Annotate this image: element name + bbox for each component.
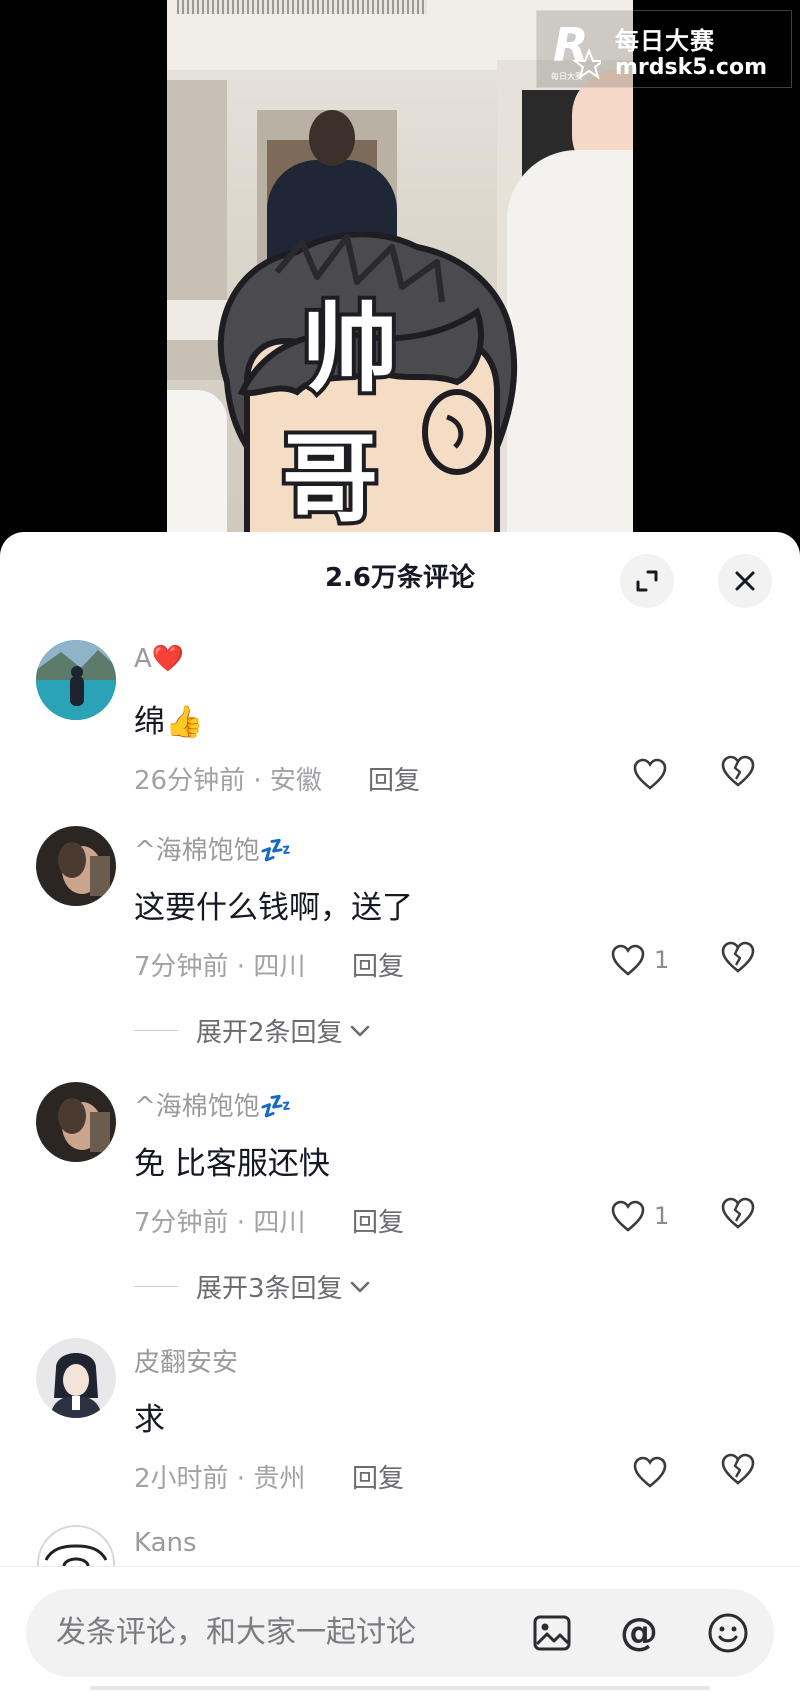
reply-button[interactable]: 回复 [352, 1458, 404, 1495]
expand-arrows-icon [636, 570, 658, 592]
dislike-button[interactable] [720, 1196, 760, 1236]
broken-heart-icon [721, 1197, 755, 1229]
heart-icon [633, 1456, 667, 1488]
emoji-icon[interactable] [706, 1611, 750, 1655]
watermark-logo: R 每日大赛 [551, 18, 601, 81]
avatar[interactable] [36, 1338, 116, 1418]
scene-vent [177, 0, 427, 14]
video-player[interactable]: 帅 哥 R 每日大赛 每日大赛 mrdsk5.com [0, 0, 800, 562]
expand-replies-button[interactable]: 展开3条回复 [134, 1268, 371, 1305]
heart-icon [611, 1200, 645, 1232]
expand-replies-label: 展开3条回复 [196, 1274, 343, 1304]
like-button[interactable] [632, 754, 668, 794]
reply-button[interactable]: 回复 [352, 946, 404, 983]
avatar[interactable] [36, 826, 116, 906]
avatar[interactable] [36, 640, 116, 720]
close-sheet-button[interactable] [718, 554, 772, 608]
like-button[interactable] [632, 1452, 668, 1492]
expand-divider [134, 1030, 178, 1031]
comment-input-placeholder: 发条评论，和大家一起讨论 [56, 1615, 416, 1650]
like-count: 1 [654, 1202, 670, 1230]
comment-time-location: 7分钟前 · 四川 [134, 1208, 306, 1238]
comment-text: 求 [134, 1402, 165, 1438]
comment-author[interactable]: A❤️ [134, 644, 184, 674]
comment-text: 免 比客服还快 [134, 1146, 330, 1182]
heart-icon [611, 944, 645, 976]
expand-sheet-button[interactable] [620, 554, 674, 608]
broken-heart-icon [721, 941, 755, 973]
image-icon[interactable] [530, 1611, 574, 1655]
close-icon [735, 571, 755, 591]
comment-text: 这要什么钱啊，送了 [134, 890, 413, 926]
like-button[interactable]: 1 [610, 1196, 669, 1236]
watermark-url: mrdsk5.com [615, 55, 767, 80]
comments-count-title: 2.6万条评论 [324, 563, 476, 593]
comment-time-location: 2小时前 · 贵州 [134, 1464, 306, 1494]
expand-replies-label: 展开2条回复 [196, 1018, 343, 1048]
expand-replies-button[interactable]: 展开2条回复 [134, 1012, 371, 1049]
avatar[interactable] [36, 1082, 116, 1162]
cartoon-sticker: 帅 哥 [217, 232, 518, 562]
watermark-title: 每日大赛 [615, 27, 715, 55]
comment-author[interactable]: 皮翻安安 [134, 1342, 238, 1379]
chevron-down-icon [350, 1025, 369, 1036]
expand-divider [134, 1286, 178, 1287]
comment-input[interactable]: 发条评论，和大家一起讨论 @ [26, 1589, 774, 1677]
heart-icon [633, 758, 667, 790]
avatar[interactable] [36, 1524, 116, 1566]
broken-heart-icon [721, 755, 755, 787]
dislike-button[interactable] [720, 940, 760, 980]
at-icon[interactable]: @ [618, 1611, 662, 1655]
reply-button[interactable]: 回复 [368, 760, 420, 797]
comment-item: Kans [0, 1524, 800, 1566]
comment-time-location: 26分钟前 · 安徽 [134, 766, 322, 796]
like-button[interactable]: 1 [610, 940, 669, 980]
sticker-text-line1: 帅 [302, 293, 398, 405]
home-indicator [90, 1686, 710, 1690]
comment-text: 绵👍 [134, 704, 204, 740]
sticker-text-line2: 哥 [282, 423, 378, 535]
svg-text:R: R [553, 18, 588, 72]
broken-heart-icon [721, 1453, 755, 1485]
svg-text:每日大赛: 每日大赛 [551, 71, 583, 81]
dislike-button[interactable] [720, 1452, 760, 1492]
comment-input-bar: 发条评论，和大家一起讨论 @ [0, 1566, 800, 1692]
reply-button[interactable]: 回复 [352, 1202, 404, 1239]
like-count: 1 [654, 946, 670, 974]
comment-time-location: 7分钟前 · 四川 [134, 952, 306, 982]
comment-author[interactable]: ^海棉饱饱💤 [134, 830, 292, 867]
comments-sheet: 2.6万条评论 A❤️ 绵👍 26分钟前 · 安徽 回复 ^海棉饱饱💤 这要什么… [0, 532, 800, 1692]
comment-author[interactable]: ^海棉饱饱💤 [134, 1086, 292, 1123]
svg-text:@: @ [620, 1611, 658, 1654]
watermark: R 每日大赛 每日大赛 mrdsk5.com [536, 10, 792, 88]
dislike-button[interactable] [720, 754, 760, 794]
chevron-down-icon [350, 1281, 369, 1292]
comment-author[interactable]: Kans [134, 1528, 197, 1558]
